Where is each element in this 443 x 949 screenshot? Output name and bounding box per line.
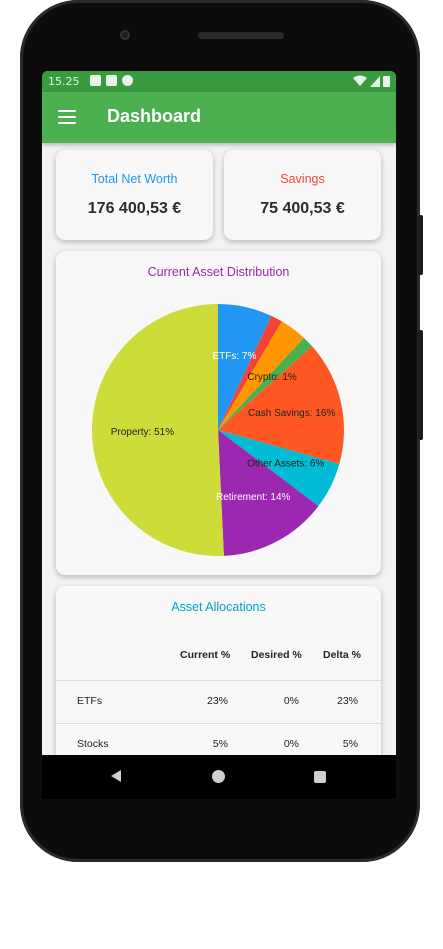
power-button xyxy=(418,330,423,440)
savings-card[interactable]: Savings 75 400,53 € xyxy=(224,150,381,240)
recents-icon[interactable] xyxy=(314,771,326,783)
net-worth-label: Total Net Worth xyxy=(91,172,178,186)
chart-title: Current Asset Distribution xyxy=(147,265,290,279)
front-camera xyxy=(120,30,130,40)
net-worth-card[interactable]: Total Net Worth 176 400,53 € xyxy=(56,150,213,240)
savings-value: 75 400,53 € xyxy=(260,200,345,217)
pie-slice-label: Cash Savings: 16% xyxy=(248,408,335,419)
net-worth-value: 176 400,53 € xyxy=(87,200,182,217)
status-bar: 15.25 xyxy=(42,71,396,92)
wifi-icon xyxy=(353,75,367,86)
row-current: 23% xyxy=(206,695,228,707)
gmail-icon xyxy=(90,75,101,86)
earpiece-speaker xyxy=(198,32,284,39)
row-desired: 0% xyxy=(283,738,299,750)
system-icons xyxy=(353,75,390,87)
table-divider xyxy=(56,723,381,724)
pie-slice-label: Retirement: 14% xyxy=(216,492,291,503)
row-asset-name: Stocks xyxy=(77,738,109,750)
page-title: Dashboard xyxy=(107,106,202,126)
pie-slice-label: Other Assets: 6% xyxy=(247,459,324,470)
row-desired: 0% xyxy=(283,695,299,707)
app-notification-icon xyxy=(106,75,117,86)
app-screen: 15.25 Dashboard Total Net Worth 176 400,… xyxy=(42,71,396,755)
sync-icon xyxy=(122,75,133,86)
notification-icons xyxy=(90,75,133,86)
row-current: 5% xyxy=(212,738,228,750)
signal-icon xyxy=(370,76,380,87)
table-divider xyxy=(56,680,381,681)
pie-slice-label: Property: 51% xyxy=(111,427,174,438)
asset-pie-chart: ETFs: 7% Crypto: 1% Cash Savings: 16% Other… xyxy=(92,304,344,556)
header-delta: Delta % xyxy=(323,649,361,661)
volume-button xyxy=(418,215,423,275)
home-icon[interactable] xyxy=(212,770,225,783)
asset-distribution-card: Current Asset Distribution ETFs: 7% Crypt… xyxy=(56,251,381,575)
navigation-bar xyxy=(42,755,396,799)
back-icon[interactable] xyxy=(111,770,121,782)
allocations-title: Asset Allocations xyxy=(171,600,266,614)
row-delta: 5% xyxy=(342,738,358,750)
menu-icon[interactable] xyxy=(58,110,76,124)
savings-label: Savings xyxy=(280,172,325,186)
pie-slice-label: Crypto: 1% xyxy=(247,372,297,383)
pie-slice-label: ETFs: 7% xyxy=(212,351,256,362)
header-current: Current % xyxy=(180,649,231,661)
app-bar: Dashboard xyxy=(42,92,396,143)
row-asset-name: ETFs xyxy=(77,695,103,707)
header-desired: Desired % xyxy=(251,649,302,661)
row-delta: 23% xyxy=(336,695,358,707)
status-time: 15.25 xyxy=(48,75,80,88)
asset-allocations-card: Asset Allocations Current % Desired % De… xyxy=(56,586,381,755)
battery-icon xyxy=(383,76,390,87)
